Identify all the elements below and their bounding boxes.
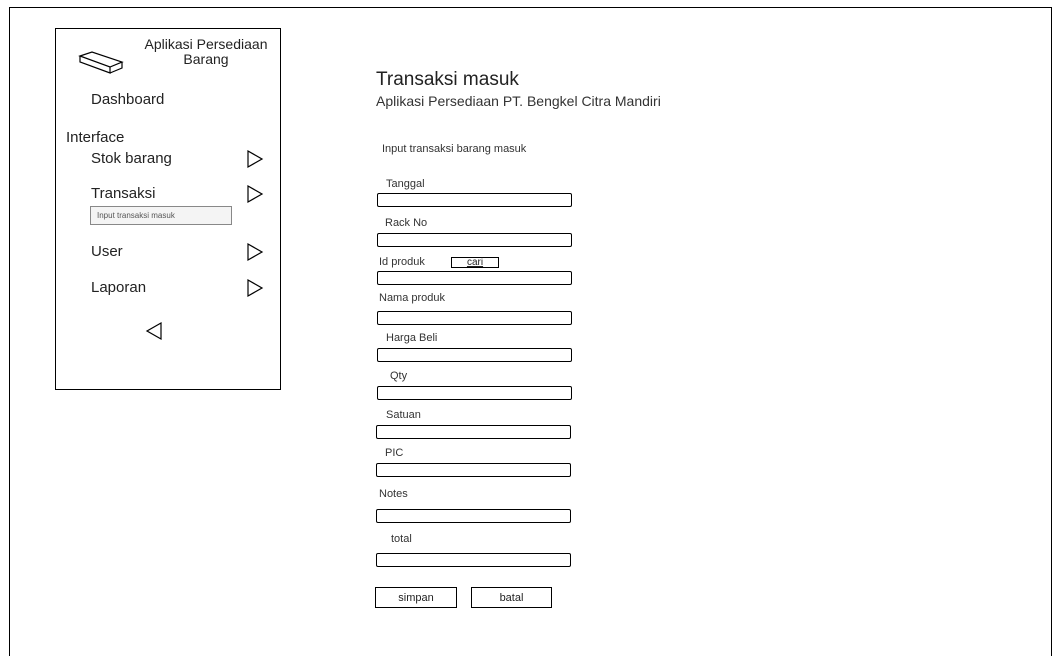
field-label-rack-no: Rack No	[385, 217, 428, 229]
sidebar-item-dashboard[interactable]: Dashboard	[91, 91, 164, 108]
qty-input[interactable]	[377, 386, 572, 400]
field-label-harga-beli: Harga Beli	[386, 332, 438, 344]
app-name: Aplikasi Persediaan Barang	[144, 36, 268, 67]
field-label-id-produk: Id produk	[379, 256, 425, 268]
notes-input[interactable]	[376, 509, 571, 523]
cari-button[interactable]: cari	[451, 257, 499, 268]
nama-produk-input[interactable]	[377, 311, 572, 325]
page-subtitle: Aplikasi Persediaan PT. Bengkel Citra Ma…	[376, 93, 661, 109]
pic-input[interactable]	[376, 463, 571, 477]
satuan-input[interactable]	[376, 425, 571, 439]
sidebar-item-laporan[interactable]: Laporan	[91, 279, 146, 296]
sidebar: Aplikasi Persediaan Barang Dashboard Int…	[55, 28, 281, 390]
harga-beli-input[interactable]	[377, 348, 572, 362]
triangle-right-icon[interactable]	[246, 149, 264, 169]
id-produk-input[interactable]	[377, 271, 572, 285]
submenu-input-transaksi-masuk[interactable]: Input transaksi masuk	[90, 206, 232, 225]
simpan-button[interactable]: simpan	[375, 587, 457, 608]
triangle-left-icon[interactable]	[145, 321, 163, 341]
field-label-satuan: Satuan	[386, 409, 421, 421]
field-label-pic: PIC	[385, 447, 404, 459]
form-section-label: Input transaksi barang masuk	[382, 143, 527, 155]
field-label-qty: Qty	[390, 370, 408, 382]
triangle-right-icon[interactable]	[246, 242, 264, 262]
box-icon	[78, 51, 124, 74]
field-label-tanggal: Tanggal	[386, 178, 425, 190]
total-input[interactable]	[376, 553, 571, 567]
triangle-right-icon[interactable]	[246, 278, 264, 298]
sidebar-section-interface: Interface	[66, 129, 125, 146]
batal-button[interactable]: batal	[471, 587, 552, 608]
sidebar-item-user[interactable]: User	[91, 243, 123, 260]
field-label-notes: Notes	[379, 488, 408, 500]
sidebar-item-transaksi[interactable]: Transaksi	[91, 185, 155, 202]
field-label-total: total	[391, 533, 412, 545]
sidebar-item-stok-barang[interactable]: Stok barang	[91, 150, 172, 167]
triangle-right-icon[interactable]	[246, 184, 264, 204]
field-label-nama-produk: Nama produk	[379, 292, 446, 304]
tanggal-input[interactable]	[377, 193, 572, 207]
page-title: Transaksi masuk	[376, 69, 519, 90]
rack-no-input[interactable]	[377, 233, 572, 247]
